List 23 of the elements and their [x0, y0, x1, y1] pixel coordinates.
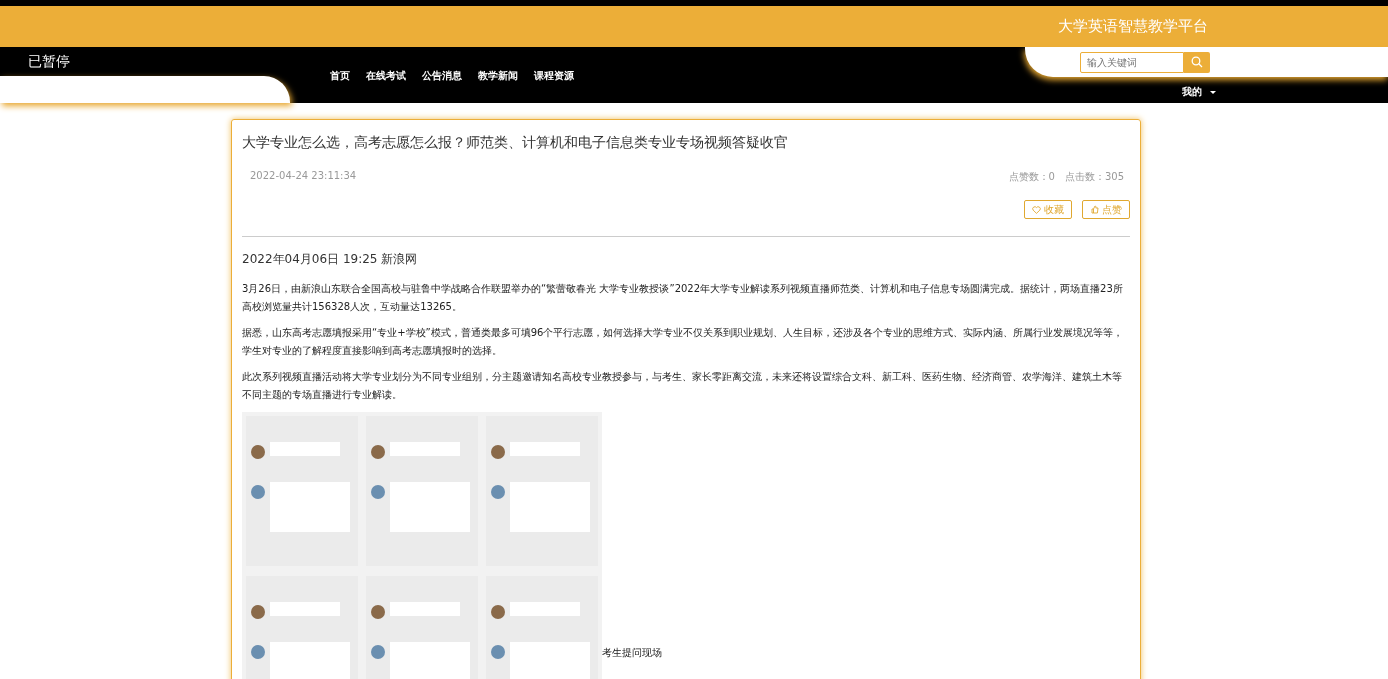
figure-caption: 考生提问现场 [602, 646, 662, 660]
search-button[interactable] [1184, 51, 1210, 73]
article-paragraph: 3月26日，由新浪山东联合全国高校与驻鲁中学战略合作联盟举办的“繁蕾敬春光 大学专业教授谈”2022年大学专业解读系列视频直播师范类、计算机和电子信息专场圆满完成。据统计，两场直播23所高校浏览量共计156328人次，互动量达13265。 [242, 282, 1124, 314]
article-source: 2022年04月06日 19:25 新浪网 [242, 251, 419, 268]
nav-link[interactable]: 教学新闻 [478, 69, 518, 103]
thumbs-up-icon [1090, 205, 1099, 214]
nav-link[interactable]: 公告消息 [422, 69, 462, 103]
article-title: 大学专业怎么选，高考志愿怎么报？师范类、计算机和电子信息类专业专场视频答疑收官 [242, 134, 789, 152]
nav-link[interactable]: 在线考试 [366, 69, 406, 103]
site-title: 大学英语智慧教学平台 [1058, 17, 1208, 36]
nav-link[interactable]: 首页 [330, 69, 350, 103]
user-menu[interactable]: 我的 [1182, 85, 1217, 99]
click-count: 点击数：305 [1064, 170, 1124, 184]
nav-link[interactable]: 课程资源 [534, 69, 574, 103]
heart-icon [1032, 205, 1041, 214]
article-date: 2022-04-24 23:11:34 [250, 170, 357, 183]
article-paragraph: 据悉，山东高考志愿填报采用“专业+学校”模式，普通类最多可填96个平行志愿，如何选择大学专业不仅关系到职业规划、人生目标，还涉及各个专业的思维方式、实际内涵、所属行业发展境况等等，学生对专业的了解程度直接影响到高考志愿填报时的选择。 [242, 326, 1125, 358]
search-icon [1191, 56, 1203, 68]
status-text: 已暂停 [27, 52, 71, 71]
article-paragraph: 此次系列视频直播活动将大学专业划分为不同专业组别，分主题邀请知名高校专业教授参与，与考生、家长零距离交流，未来还将设置综合文科、新工科、医药生物、经济商管、农学海洋、建筑土木等不同主题的专场直播进行专业解读。 [242, 370, 1123, 402]
search-field[interactable]: 输入关键词 [1080, 51, 1184, 73]
caret-icon [1209, 89, 1217, 95]
like-count: 点赞数：0 [1008, 170, 1055, 184]
